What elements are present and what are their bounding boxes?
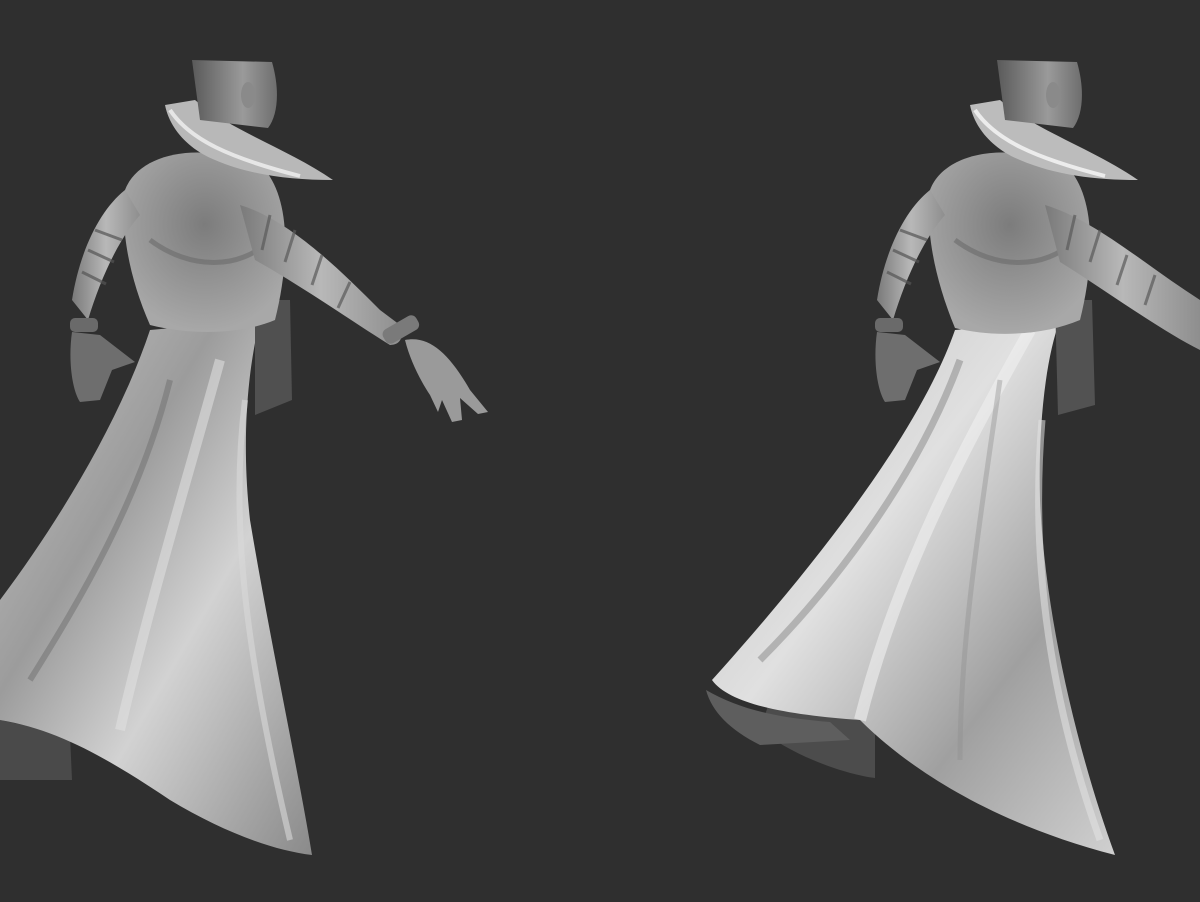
robed-figure-right[interactable] [706,60,1200,855]
robed-figure-left[interactable] [0,60,488,855]
3d-viewport[interactable] [0,0,1200,902]
sculpt-render [0,60,1200,855]
